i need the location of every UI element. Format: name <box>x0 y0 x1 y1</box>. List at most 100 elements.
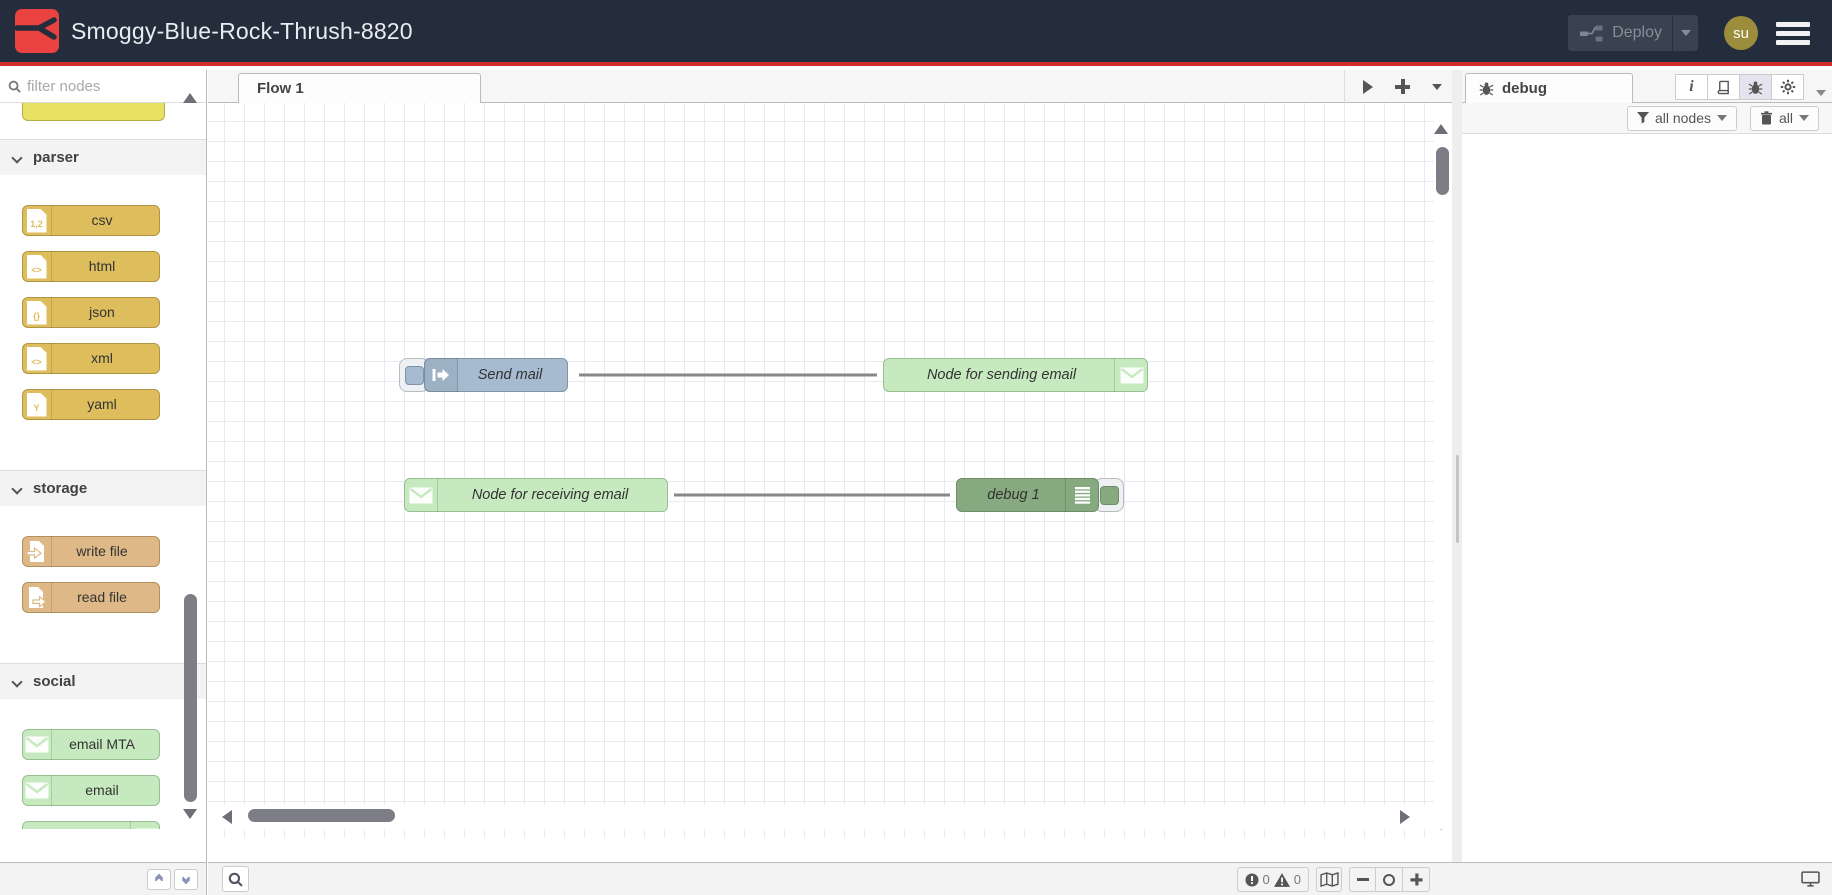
zoom-in-button[interactable] <box>1403 867 1430 892</box>
debug-messages-panel[interactable] <box>1462 134 1832 829</box>
map-icon <box>1319 872 1339 887</box>
palette-node-write-file[interactable]: write file <box>17 536 165 567</box>
flow-node-email-out[interactable]: Node for sending email <box>878 358 1148 392</box>
navigator-toggle-button[interactable] <box>1316 867 1342 892</box>
sidebar-options-caret-icon[interactable] <box>1816 83 1826 101</box>
config-nodes-tab-button[interactable] <box>1771 74 1804 100</box>
node-output-port[interactable] <box>662 489 673 500</box>
palette-node-icon-region: <> <box>22 251 52 282</box>
palette-node-json[interactable]: {} json <box>17 297 165 328</box>
palette-node-html[interactable]: <> html <box>17 251 165 282</box>
flow-node-email-in[interactable]: Node for receiving email <box>404 478 673 512</box>
node-output-port[interactable] <box>155 215 165 226</box>
node-body[interactable]: Send mail <box>424 358 573 392</box>
node-output-port[interactable] <box>155 261 165 272</box>
node-input-port[interactable] <box>878 369 889 380</box>
node-body[interactable]: debug 1 <box>951 478 1099 512</box>
palette-node-read-file[interactable]: read file <box>17 582 165 613</box>
envelope-icon <box>1120 367 1143 383</box>
debug-clear-button[interactable]: all <box>1749 105 1819 131</box>
partially-scrolled-node[interactable] <box>22 103 165 121</box>
file-icon: <> <box>26 254 47 279</box>
debug-tab-button[interactable] <box>1739 74 1772 100</box>
node-icon-region <box>404 478 438 512</box>
node-output-port[interactable] <box>155 353 165 364</box>
canvas-scroll-up-icon[interactable] <box>1434 121 1448 139</box>
notification-counts[interactable]: 0 0 <box>1236 867 1309 892</box>
flow-canvas[interactable]: Send mail Node for sending email Node fo… <box>208 103 1452 838</box>
flow-list-caret-icon[interactable] <box>1432 83 1442 90</box>
chevron-down-icon <box>11 151 23 164</box>
info-tab-button[interactable]: i <box>1675 74 1708 100</box>
sidebar-splitter[interactable] <box>1452 70 1462 862</box>
deploy-icon <box>1580 25 1603 41</box>
info-icon: i <box>1689 78 1694 95</box>
tab-flow1[interactable]: Flow 1 <box>238 73 481 103</box>
palette-scrollbar-thumb[interactable] <box>184 594 197 802</box>
zoom-out-button[interactable] <box>1349 867 1376 892</box>
palette-category-header-storage[interactable]: storage <box>0 471 206 506</box>
node-output-port[interactable] <box>155 739 165 750</box>
palette-node-yaml[interactable]: Yyaml <box>17 389 165 420</box>
canvas-hscrollbar-thumb[interactable] <box>248 809 395 822</box>
palette-scroll-down-icon[interactable] <box>183 806 197 824</box>
palette-category-label: parser <box>33 149 79 166</box>
open-in-new-window-button[interactable] <box>1801 871 1820 887</box>
flow-node-debug[interactable]: debug 1 <box>951 478 1124 512</box>
palette-node-email-MTA[interactable]: email MTA <box>22 729 165 760</box>
envelope-icon <box>25 782 48 799</box>
palette-node-icon-region: <> <box>22 343 52 374</box>
node-output-port[interactable] <box>562 369 573 380</box>
sidebar-tool-buttons: i <box>1675 74 1804 100</box>
add-flow-icon[interactable] <box>1395 79 1410 94</box>
instance-title: Smoggy-Blue-Rock-Thrush-8820 <box>71 17 413 44</box>
node-output-port[interactable] <box>155 592 165 603</box>
deploy-button[interactable]: Deploy <box>1568 15 1698 51</box>
palette-node-xml[interactable]: <> xml <box>17 343 165 374</box>
palette-filter-input[interactable] <box>27 77 177 95</box>
node-output-port[interactable] <box>155 546 165 557</box>
tab-debug[interactable]: debug <box>1465 73 1633 103</box>
flowfuse-logo-icon <box>15 9 59 53</box>
canvas-vscrollbar-thumb[interactable] <box>1436 147 1449 195</box>
palette-node-csv[interactable]: 1,2 csv <box>17 205 165 236</box>
palette-scroll-up-icon[interactable] <box>183 90 197 108</box>
palette-node-icon-region <box>22 729 52 760</box>
node-output-port[interactable] <box>155 785 165 796</box>
zoom-reset-button[interactable] <box>1376 867 1403 892</box>
help-tab-button[interactable] <box>1707 74 1740 100</box>
node-label: debug 1 <box>987 487 1040 503</box>
debug-filter-button[interactable]: all nodes <box>1626 105 1737 131</box>
palette-node-icon-region <box>22 536 52 567</box>
palette-node-icon-region: Y <box>22 389 52 420</box>
expand-all-categories-button[interactable] <box>174 868 198 890</box>
palette-category-social: social email MTA email email <box>0 663 206 829</box>
chevron-down-icon <box>11 675 23 688</box>
node-body[interactable]: Node for receiving email <box>404 478 673 512</box>
sidebar-footer <box>1452 862 1832 895</box>
funnel-icon <box>1636 112 1649 124</box>
palette-category-header-parser[interactable]: parser <box>0 140 206 175</box>
palette-node-email[interactable]: email <box>22 775 165 806</box>
canvas-scroll-left-icon[interactable] <box>222 810 232 829</box>
debug-filter-label: all nodes <box>1654 110 1711 126</box>
node-output-port[interactable] <box>155 399 165 410</box>
main-menu-icon[interactable] <box>1776 18 1810 49</box>
node-output-port[interactable] <box>155 307 165 318</box>
palette-node-email[interactable]: email <box>22 821 160 829</box>
deploy-options-caret[interactable] <box>1672 15 1698 51</box>
node-body[interactable]: Node for sending email <box>878 358 1148 392</box>
search-flows-button[interactable] <box>222 866 249 892</box>
file-icon: <> <box>26 346 47 371</box>
canvas-scroll-right-icon[interactable] <box>1400 810 1410 829</box>
user-avatar[interactable]: su <box>1724 16 1758 50</box>
collapse-all-categories-button[interactable] <box>147 868 171 890</box>
next-tab-icon[interactable] <box>1363 79 1373 94</box>
palette-node-label: email MTA <box>69 736 135 752</box>
palette-node-label: read file <box>77 589 127 605</box>
palette-category-header-social[interactable]: social <box>0 664 206 699</box>
node-input-port[interactable] <box>951 489 962 500</box>
app-header: Smoggy-Blue-Rock-Thrush-8820 Deploy su <box>0 0 1832 66</box>
flow-node-inject[interactable]: Send mail <box>399 358 573 392</box>
envelope-icon <box>25 736 48 753</box>
